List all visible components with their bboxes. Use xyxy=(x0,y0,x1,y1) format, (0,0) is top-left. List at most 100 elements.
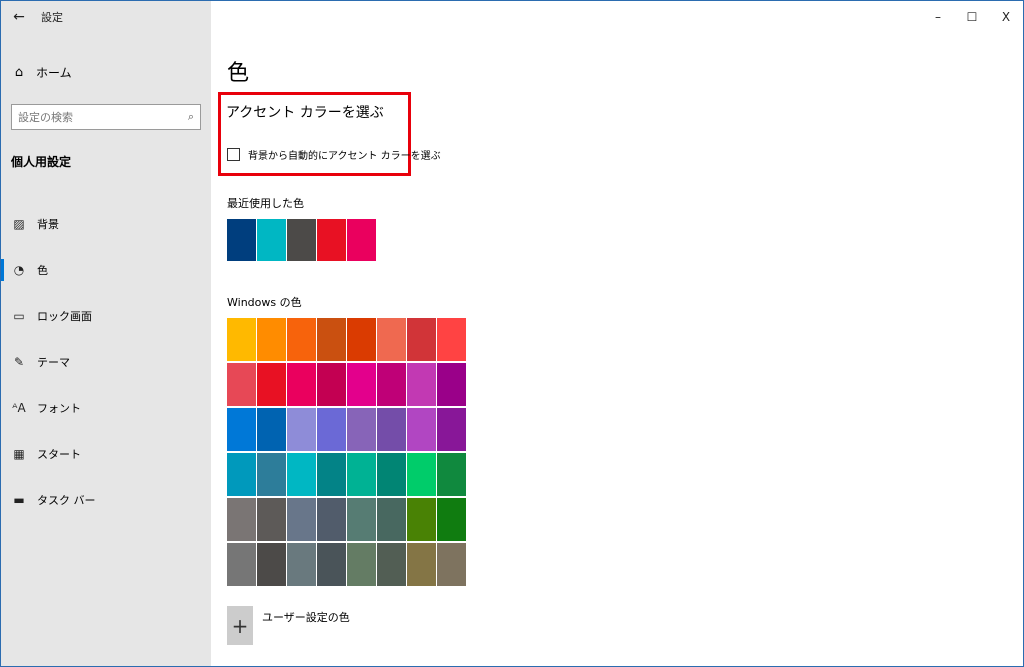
windows-color-swatch[interactable] xyxy=(407,543,436,586)
sidebar-item-label: 色 xyxy=(37,264,48,277)
windows-color-swatch[interactable] xyxy=(287,408,316,451)
custom-color-row[interactable]: + ユーザー設定の色 xyxy=(227,606,350,645)
windows-color-swatch[interactable] xyxy=(437,318,466,361)
font-icon: ᴬA xyxy=(12,401,26,415)
windows-color-swatch[interactable] xyxy=(227,543,256,586)
back-button[interactable]: ← xyxy=(3,1,35,33)
windows-colors-label: Windows の色 xyxy=(227,296,302,309)
windows-color-swatch[interactable] xyxy=(227,408,256,451)
windows-color-swatch[interactable] xyxy=(227,498,256,541)
start-icon: ▦ xyxy=(13,447,25,461)
windows-color-swatch[interactable] xyxy=(317,363,346,406)
windows-color-swatch[interactable] xyxy=(317,498,346,541)
windows-color-swatch[interactable] xyxy=(347,318,376,361)
sidebar-item-theme[interactable]: ✎ テーマ xyxy=(1,339,211,385)
windows-color-swatch[interactable] xyxy=(347,363,376,406)
recent-color-swatch[interactable] xyxy=(227,219,256,261)
windows-color-swatch[interactable] xyxy=(347,498,376,541)
page-title: 色 xyxy=(227,61,250,86)
sidebar-item-lock-screen[interactable]: ▭ ロック画面 xyxy=(1,293,211,339)
windows-color-swatch[interactable] xyxy=(377,498,406,541)
sidebar: ← 設定 ⌂ ホーム ⌕ 個人用設定 ▨背景◔色▭ロック画面✎テーマᴬAフォント… xyxy=(1,1,211,666)
windows-color-swatch[interactable] xyxy=(287,453,316,496)
recent-colors-label: 最近使用した色 xyxy=(227,197,304,210)
app-title: 設定 xyxy=(41,11,63,24)
windows-color-swatch[interactable] xyxy=(407,408,436,451)
windows-color-swatch[interactable] xyxy=(227,318,256,361)
windows-color-swatch[interactable] xyxy=(257,408,286,451)
windows-color-swatch[interactable] xyxy=(317,453,346,496)
windows-color-swatch[interactable] xyxy=(437,498,466,541)
sidebar-item-font[interactable]: ᴬA フォント xyxy=(1,385,211,431)
windows-color-swatch[interactable] xyxy=(347,408,376,451)
windows-color-swatch[interactable] xyxy=(317,543,346,586)
image-icon: ▨ xyxy=(13,217,25,231)
sidebar-item-label: 背景 xyxy=(37,218,59,231)
sidebar-item-label: フォント xyxy=(37,402,81,415)
windows-color-swatch[interactable] xyxy=(287,318,316,361)
windows-color-swatch[interactable] xyxy=(227,453,256,496)
recent-color-swatch[interactable] xyxy=(257,219,286,261)
windows-color-swatch[interactable] xyxy=(377,408,406,451)
windows-color-swatch[interactable] xyxy=(377,363,406,406)
auto-accent-label: 背景から自動的にアクセント カラーを選ぶ xyxy=(248,151,441,162)
windows-color-swatch[interactable] xyxy=(227,363,256,406)
theme-icon: ✎ xyxy=(13,355,25,369)
windows-color-swatch[interactable] xyxy=(377,543,406,586)
windows-color-swatch[interactable] xyxy=(407,318,436,361)
windows-color-swatch[interactable] xyxy=(257,363,286,406)
windows-color-palette xyxy=(227,318,466,586)
windows-color-swatch[interactable] xyxy=(347,453,376,496)
recent-color-swatch[interactable] xyxy=(317,219,346,261)
section-title: 個人用設定 xyxy=(11,155,72,169)
home-nav-item[interactable]: ⌂ ホーム xyxy=(1,57,211,87)
windows-color-swatch[interactable] xyxy=(257,543,286,586)
sidebar-item-label: スタート xyxy=(37,448,81,461)
windows-color-swatch[interactable] xyxy=(407,498,436,541)
windows-color-swatch[interactable] xyxy=(437,408,466,451)
sidebar-item-start[interactable]: ▦ スタート xyxy=(1,431,211,477)
windows-color-swatch[interactable] xyxy=(437,363,466,406)
recent-colors xyxy=(227,219,377,261)
recent-color-swatch[interactable] xyxy=(287,219,316,261)
search-icon[interactable]: ⌕ xyxy=(188,110,194,124)
windows-color-swatch[interactable] xyxy=(257,498,286,541)
add-custom-color-button[interactable]: + xyxy=(227,606,253,645)
windows-color-swatch[interactable] xyxy=(287,498,316,541)
home-label: ホーム xyxy=(36,65,72,80)
custom-color-label: ユーザー設定の色 xyxy=(262,611,350,624)
settings-window: ← 設定 ⌂ ホーム ⌕ 個人用設定 ▨背景◔色▭ロック画面✎テーマᴬAフォント… xyxy=(0,0,1024,667)
windows-color-swatch[interactable] xyxy=(437,543,466,586)
sidebar-item-label: ロック画面 xyxy=(37,310,92,323)
windows-color-swatch[interactable] xyxy=(347,543,376,586)
search-box[interactable]: ⌕ xyxy=(11,104,201,130)
windows-color-swatch[interactable] xyxy=(287,363,316,406)
home-icon: ⌂ xyxy=(14,64,24,80)
sidebar-item-image[interactable]: ▨ 背景 xyxy=(1,201,211,247)
taskbar-icon: ▬ xyxy=(13,493,25,507)
windows-color-swatch[interactable] xyxy=(257,318,286,361)
auto-accent-checkbox[interactable] xyxy=(227,148,240,161)
titlebar-left: ← 設定 xyxy=(1,1,211,33)
windows-color-swatch[interactable] xyxy=(257,453,286,496)
windows-color-swatch[interactable] xyxy=(317,318,346,361)
accent-color-title: アクセント カラーを選ぶ xyxy=(226,105,384,121)
sidebar-item-label: タスク バー xyxy=(37,494,96,507)
windows-color-swatch[interactable] xyxy=(317,408,346,451)
personalization-nav: ▨ 背景 ◔ 色 ▭ ロック画面 ✎ テーマ ᴬA フォント ▦ スタート ▬ タスク バー xyxy=(1,201,211,523)
search-input[interactable] xyxy=(18,110,188,124)
windows-color-swatch[interactable] xyxy=(377,453,406,496)
windows-color-swatch[interactable] xyxy=(407,453,436,496)
windows-color-swatch[interactable] xyxy=(437,453,466,496)
sidebar-item-taskbar[interactable]: ▬ タスク バー xyxy=(1,477,211,523)
windows-color-swatch[interactable] xyxy=(287,543,316,586)
lock-screen-icon: ▭ xyxy=(13,309,25,323)
windows-color-swatch[interactable] xyxy=(377,318,406,361)
sidebar-item-palette[interactable]: ◔ 色 xyxy=(1,247,211,293)
main-content: 色 アクセント カラーを選ぶ 背景から自動的にアクセント カラーを選ぶ 最近使用… xyxy=(211,1,1023,666)
windows-color-swatch[interactable] xyxy=(407,363,436,406)
recent-color-swatch[interactable] xyxy=(347,219,376,261)
auto-accent-option[interactable]: 背景から自動的にアクセント カラーを選ぶ xyxy=(227,147,441,162)
sidebar-item-label: テーマ xyxy=(37,356,70,369)
palette-icon: ◔ xyxy=(13,263,25,277)
